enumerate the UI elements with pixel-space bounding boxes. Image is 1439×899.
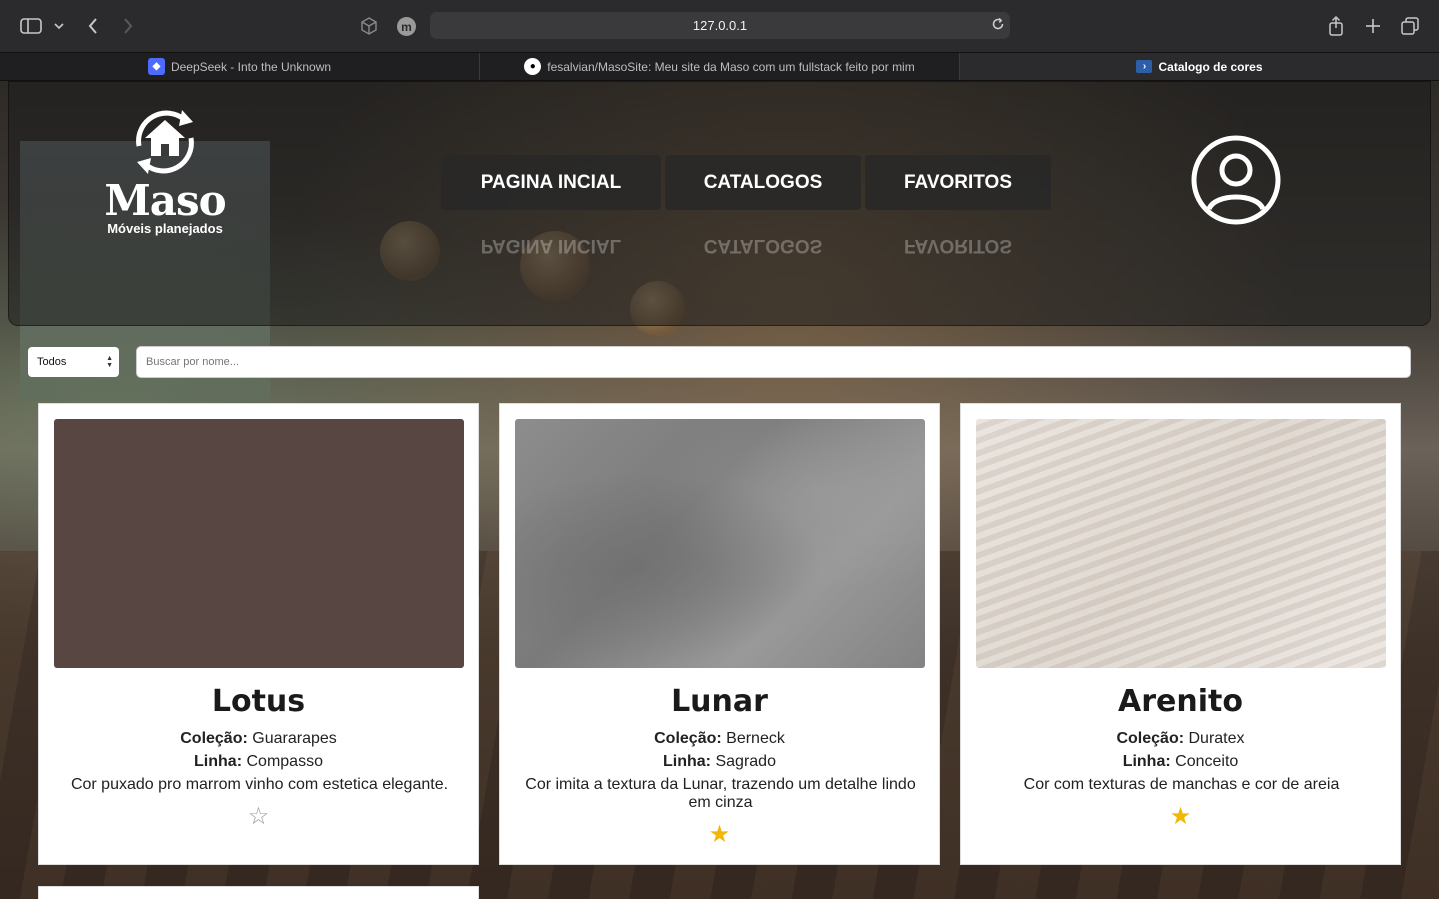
address-bar[interactable]: 127.0.0.1 — [430, 12, 1010, 39]
tab-title: fesalvian/MasoSite: Meu site da Maso com… — [547, 59, 915, 74]
logo-tagline: Móveis planejados — [107, 221, 223, 236]
color-description: Cor puxado pro marrom vinho com estetica… — [70, 776, 449, 793]
colecao-label: Coleção: — [1116, 730, 1185, 747]
extension-cube-icon[interactable] — [356, 13, 382, 39]
url-text: 127.0.0.1 — [692, 18, 748, 33]
color-swatch — [976, 419, 1386, 668]
linha-line: Linha: Compasso — [39, 753, 478, 771]
terminal-icon: › — [1136, 60, 1153, 73]
profile-avatar[interactable]: m — [397, 17, 416, 36]
main-nav: PAGINA INCIAL CATALOGOS FAVORITOS — [441, 155, 1051, 210]
color-description: Cor imita a textura da Lunar, trazendo u… — [525, 776, 916, 811]
linha-value: Sagrado — [715, 753, 776, 770]
site-header: Maso Móveis planejados PAGINA INCIAL CAT… — [8, 81, 1431, 326]
share-icon[interactable] — [1323, 13, 1349, 39]
linha-line: Linha: Conceito — [961, 753, 1400, 771]
nav-catalogos[interactable]: CATALOGOS — [665, 155, 861, 210]
house-recycle-icon — [136, 110, 194, 174]
color-card: Lunar Coleção: Berneck Linha: Sagrado Co… — [499, 403, 940, 865]
nav-reflection-text: PAGINA INCIAL — [480, 235, 622, 256]
page-viewport: Maso Móveis planejados PAGINA INCIAL CAT… — [0, 81, 1439, 899]
tab-github[interactable]: ● fesalvian/MasoSite: Meu site da Maso c… — [480, 53, 960, 80]
tab-deepseek[interactable]: ◆ DeepSeek - Into the Unknown — [0, 53, 480, 80]
logo-wordmark: Maso — [104, 176, 226, 225]
maso-logo[interactable]: Maso Móveis planejados — [95, 106, 235, 236]
color-card: Lotus Coleção: Guararapes Linha: Compass… — [38, 403, 479, 865]
collection-select[interactable]: Todos ▲ ▼ — [28, 347, 119, 377]
nav-reflection: PAGINA INCIAL CATALOGOS FAVORITOS — [441, 230, 1051, 260]
linha-label: Linha: — [1122, 753, 1171, 770]
browser-toolbar: m 127.0.0.1 — [0, 0, 1439, 52]
favorite-star-icon[interactable]: ☆ — [39, 802, 478, 831]
new-tab-icon[interactable] — [1360, 13, 1386, 39]
colecao-label: Coleção: — [180, 730, 248, 747]
color-name: Lunar — [671, 684, 768, 719]
colecao-value: Berneck — [726, 730, 785, 747]
color-swatch — [54, 419, 464, 668]
back-icon[interactable] — [80, 13, 106, 39]
search-input[interactable] — [136, 346, 1411, 378]
linha-line: Linha: Sagrado — [500, 753, 939, 771]
linha-value: Compasso — [246, 753, 323, 770]
tab-bar: ◆ DeepSeek - Into the Unknown ● fesalvia… — [0, 52, 1439, 81]
nav-favoritos[interactable]: FAVORITOS — [865, 155, 1051, 210]
color-name: Arenito — [1118, 684, 1243, 719]
sidebar-toggle-icon[interactable] — [18, 13, 44, 39]
colecao-line: Coleção: Guararapes — [39, 730, 478, 748]
colecao-label: Coleção: — [654, 730, 722, 747]
linha-label: Linha: — [663, 753, 712, 770]
forward-icon[interactable] — [115, 13, 141, 39]
tab-title: Catalogo de cores — [1158, 59, 1263, 74]
reload-icon[interactable] — [991, 17, 1005, 34]
favorite-star-icon[interactable]: ★ — [961, 802, 1400, 831]
tab-catalogo[interactable]: › Catalogo de cores — [960, 53, 1439, 80]
select-arrows-icon: ▲ ▼ — [106, 355, 113, 369]
select-value: Todos — [37, 356, 67, 368]
tab-overview-icon[interactable] — [1397, 13, 1423, 39]
nav-reflection-text: FAVORITOS — [903, 235, 1013, 256]
deepseek-icon: ◆ — [147, 58, 165, 75]
chevron-down-icon[interactable] — [48, 13, 70, 39]
color-swatch — [515, 419, 925, 668]
colecao-line: Coleção: Berneck — [500, 730, 939, 748]
colecao-value: Guararapes — [252, 730, 337, 747]
color-name: Lotus — [211, 684, 306, 719]
linha-label: Linha: — [194, 753, 243, 770]
color-card-partial — [38, 886, 479, 899]
color-description: Cor com texturas de manchas e cor de are… — [1023, 776, 1340, 793]
tab-title: DeepSeek - Into the Unknown — [170, 59, 332, 74]
colecao-value: Duratex — [1188, 730, 1245, 747]
github-icon: ● — [524, 58, 542, 75]
favorite-star-icon[interactable]: ★ — [500, 820, 939, 849]
nav-reflection-text: CATALOGOS — [703, 235, 823, 256]
color-card: Arenito Coleção: Duratex Linha: Conceito… — [960, 403, 1401, 865]
linha-value: Conceito — [1175, 753, 1239, 770]
colecao-line: Coleção: Duratex — [961, 730, 1400, 748]
user-profile-icon[interactable] — [1191, 135, 1281, 225]
nav-pagina-inicial[interactable]: PAGINA INCIAL — [441, 155, 661, 210]
